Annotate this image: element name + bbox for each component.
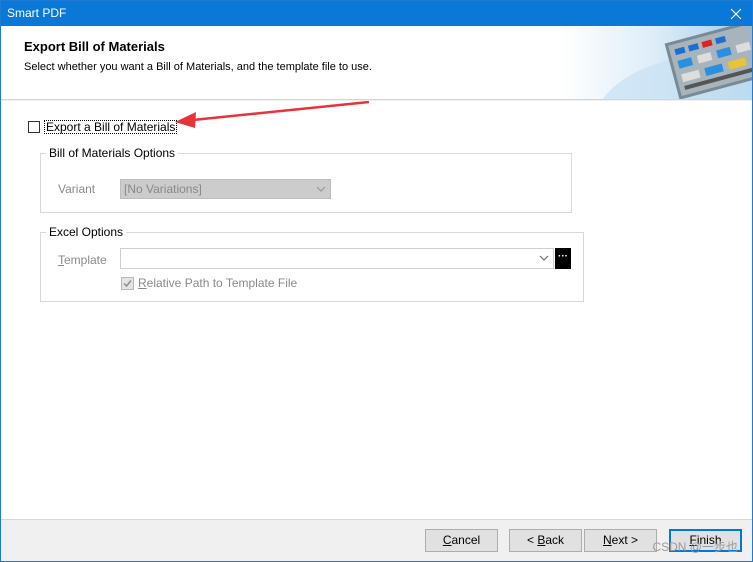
dialog-window: Smart PDF Export Bill of Materials Selec… [0, 0, 753, 562]
variant-value: [No Variations] [124, 182, 202, 196]
next-button[interactable]: Next > [584, 529, 657, 552]
chevron-down-icon [539, 255, 549, 261]
checkbox-box[interactable] [28, 121, 40, 133]
close-icon[interactable] [720, 1, 752, 26]
relative-path-checkbox: Relative Path to Template File [121, 276, 297, 290]
template-select [120, 248, 554, 269]
annotation-arrow-icon [175, 101, 370, 128]
page-subtitle: Select whether you want a Bill of Materi… [24, 61, 372, 73]
export-bom-checkbox[interactable]: Export a Bill of Materials [28, 120, 178, 134]
excel-options-legend: Excel Options [46, 225, 127, 239]
cancel-button[interactable]: Cancel [425, 529, 498, 552]
chevron-down-icon [316, 186, 326, 192]
bom-options-group: Bill of Materials Options Variant [No Va… [40, 146, 572, 213]
export-bom-label[interactable]: Export a Bill of Materials [44, 120, 178, 134]
variant-select: [No Variations] [120, 179, 331, 199]
wizard-content: Export a Bill of Materials Bill of Mater… [1, 101, 752, 519]
page-title: Export Bill of Materials [24, 39, 165, 54]
relative-path-label: Relative Path to Template File [138, 276, 298, 290]
excel-options-group: Excel Options Template ··· Relative Path… [40, 225, 584, 302]
back-button[interactable]: < Back [509, 529, 582, 552]
browse-template-button[interactable]: ··· [555, 248, 571, 269]
bom-options-legend: Bill of Materials Options [46, 146, 179, 160]
template-label: Template [58, 253, 107, 267]
wizard-header: Export Bill of Materials Select whether … [1, 26, 752, 100]
checkbox-checked-icon [121, 276, 134, 290]
wizard-footer: Cancel < Back Next > Finish CSDN @一步也 [1, 519, 752, 561]
csdn-watermark: CSDN @一步也 [652, 540, 738, 554]
variant-label: Variant [58, 182, 96, 196]
window-title: Smart PDF [7, 6, 67, 20]
title-bar: Smart PDF [1, 1, 752, 26]
header-graphic-icon [562, 26, 752, 99]
